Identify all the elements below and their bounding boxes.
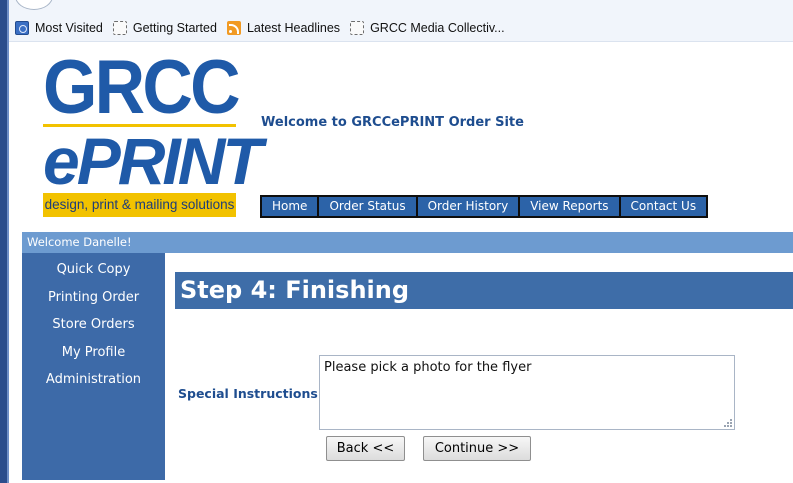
- special-instructions-label: Special Instructions: [178, 386, 318, 401]
- bookmark-label: Getting Started: [132, 21, 217, 35]
- bookmark-grcc-media[interactable]: GRCC Media Collectiv...: [350, 21, 505, 35]
- bookmark-latest-headlines[interactable]: Latest Headlines: [226, 21, 341, 35]
- nav-view-reports[interactable]: View Reports: [520, 197, 619, 216]
- bookmark-label: Latest Headlines: [246, 21, 341, 35]
- bookmarks-toolbar: Most Visited Getting Started Latest Head…: [9, 0, 793, 42]
- nav-order-history[interactable]: Order History: [417, 197, 519, 216]
- top-nav: Home Order Status Order History View Rep…: [260, 195, 709, 218]
- user-welcome-bar: Welcome Danelle!: [22, 232, 793, 253]
- sidebar: Quick Copy Printing Order Store Orders M…: [22, 253, 165, 480]
- most-visited-icon: [15, 21, 29, 35]
- bookmark-label: GRCC Media Collectiv...: [370, 21, 505, 35]
- bookmark-most-visited[interactable]: Most Visited: [15, 21, 103, 35]
- back-button[interactable]: Back <<: [326, 436, 405, 461]
- rss-icon: [226, 21, 241, 35]
- nav-home[interactable]: Home: [262, 197, 318, 216]
- logo-grcc-text: GRCC: [43, 45, 241, 130]
- bookmarks-row: Most Visited Getting Started Latest Head…: [15, 18, 515, 38]
- sidebar-item-quick-copy[interactable]: Quick Copy: [22, 256, 165, 284]
- sidebar-item-store-orders[interactable]: Store Orders: [22, 311, 165, 339]
- grcc-eprint-logo: GRCC ePRINT design, print & mailing solu…: [43, 45, 263, 218]
- sidebar-item-administration[interactable]: Administration: [22, 366, 165, 394]
- tab-stub[interactable]: [15, 0, 53, 10]
- bookmark-label: Most Visited: [35, 21, 103, 35]
- page-title: Step 4: Finishing: [175, 272, 793, 309]
- sidebar-item-printing-order[interactable]: Printing Order: [22, 284, 165, 312]
- nav-contact-us[interactable]: Contact Us: [620, 197, 707, 216]
- site-welcome-title: Welcome to GRCCePRINT Order Site: [261, 115, 524, 130]
- bookmark-getting-started[interactable]: Getting Started: [112, 21, 217, 35]
- continue-button[interactable]: Continue >>: [423, 436, 531, 461]
- sidebar-item-my-profile[interactable]: My Profile: [22, 339, 165, 367]
- page-icon: [350, 21, 365, 35]
- special-instructions-field[interactable]: Please pick a photo for the flyer: [319, 355, 735, 430]
- logo-eprint-text: ePRINT: [43, 124, 263, 198]
- logo-tagline: design, print & mailing solutions: [43, 193, 236, 217]
- page-icon: [112, 21, 127, 35]
- resize-grip-icon[interactable]: [722, 417, 732, 427]
- nav-order-status[interactable]: Order Status: [319, 197, 416, 216]
- browser-frame-left: [0, 0, 9, 483]
